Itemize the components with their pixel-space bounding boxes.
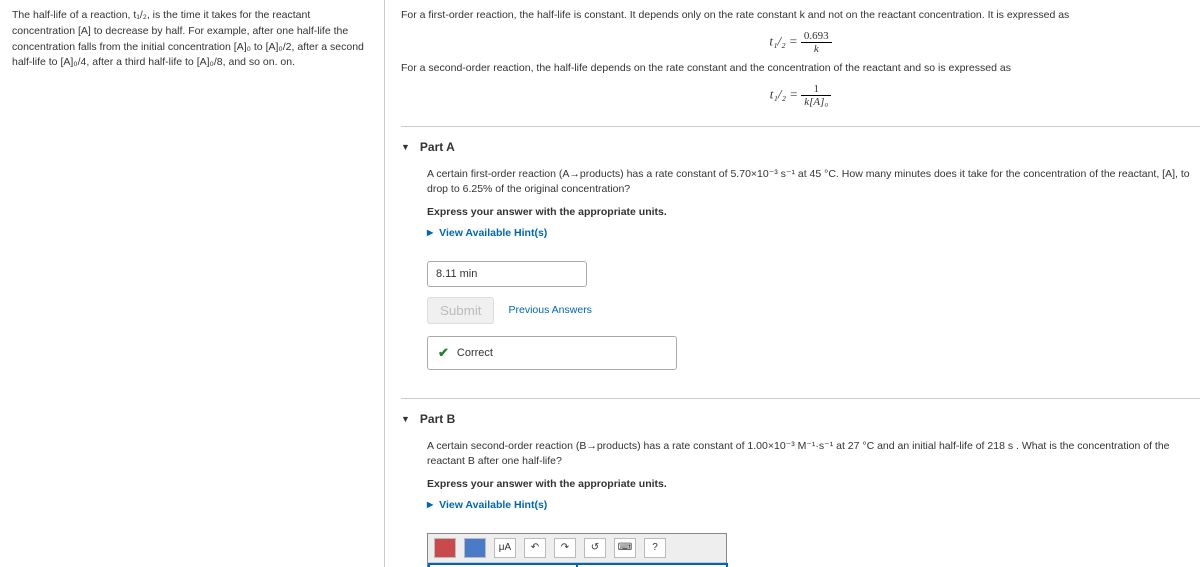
caret-down-icon: ▼ — [401, 142, 410, 152]
first-order-intro: For a first-order reaction, the half-lif… — [401, 8, 1200, 24]
part-b-input-box: μA ↶ ↷ ↺ ⌨ ? — [427, 533, 727, 567]
template-picker-icon[interactable] — [434, 538, 456, 558]
part-b-hints-link[interactable]: ▶ View Available Hint(s) — [427, 499, 547, 511]
part-a-question: A certain first-order reaction (A→produc… — [427, 167, 1200, 199]
second-order-intro: For a second-order reaction, the half-li… — [401, 61, 1200, 77]
template-picker-icon[interactable] — [464, 538, 486, 558]
part-b-unit-input[interactable] — [578, 563, 728, 567]
triangle-right-icon: ▶ — [427, 500, 433, 509]
part-b-body: A certain second-order reaction (B→produ… — [401, 429, 1200, 567]
divider — [401, 126, 1200, 127]
part-a-body: A certain first-order reaction (A→produc… — [401, 157, 1200, 380]
reset-icon[interactable]: ↺ — [584, 538, 606, 558]
triangle-right-icon: ▶ — [427, 228, 433, 237]
help-icon[interactable]: ? — [644, 538, 666, 558]
left-description-panel: The half-life of a reaction, t₁/₂, is th… — [0, 0, 385, 567]
caret-down-icon: ▼ — [401, 414, 410, 424]
part-b-value-input[interactable] — [428, 563, 578, 567]
part-a-title: Part A — [420, 140, 455, 154]
half-life-description: The half-life of a reaction, t₁/₂, is th… — [12, 8, 372, 71]
first-order-formula: t₁/₂ = 0.693 k — [401, 30, 1200, 55]
part-a-hints-link[interactable]: ▶ View Available Hint(s) — [427, 227, 547, 239]
part-b-header[interactable]: ▼ Part B — [401, 409, 1200, 429]
undo-icon[interactable]: ↶ — [524, 538, 546, 558]
part-b-question: A certain second-order reaction (B→produ… — [427, 439, 1200, 471]
part-a-header[interactable]: ▼ Part A — [401, 137, 1200, 157]
greek-mu-button[interactable]: μA — [494, 538, 516, 558]
right-content-panel: For a first-order reaction, the half-lif… — [385, 0, 1200, 567]
redo-icon[interactable]: ↷ — [554, 538, 576, 558]
part-a-answer-display: 8.11 min — [427, 261, 587, 287]
part-a-feedback: ✔ Correct — [427, 336, 677, 370]
part-b-title: Part B — [420, 412, 455, 426]
part-a-previous-answers-link[interactable]: Previous Answers — [508, 304, 591, 316]
keyboard-icon[interactable]: ⌨ — [614, 538, 636, 558]
divider — [401, 398, 1200, 399]
second-order-formula: t₁/₂ = 1 k[A]₀ — [401, 83, 1200, 108]
check-icon: ✔ — [438, 345, 449, 361]
part-b-instruct: Express your answer with the appropriate… — [427, 478, 1200, 490]
part-a-instruct: Express your answer with the appropriate… — [427, 206, 1200, 218]
part-a-submit-button: Submit — [427, 297, 494, 324]
answer-toolbar: μA ↶ ↷ ↺ ⌨ ? — [428, 534, 726, 563]
